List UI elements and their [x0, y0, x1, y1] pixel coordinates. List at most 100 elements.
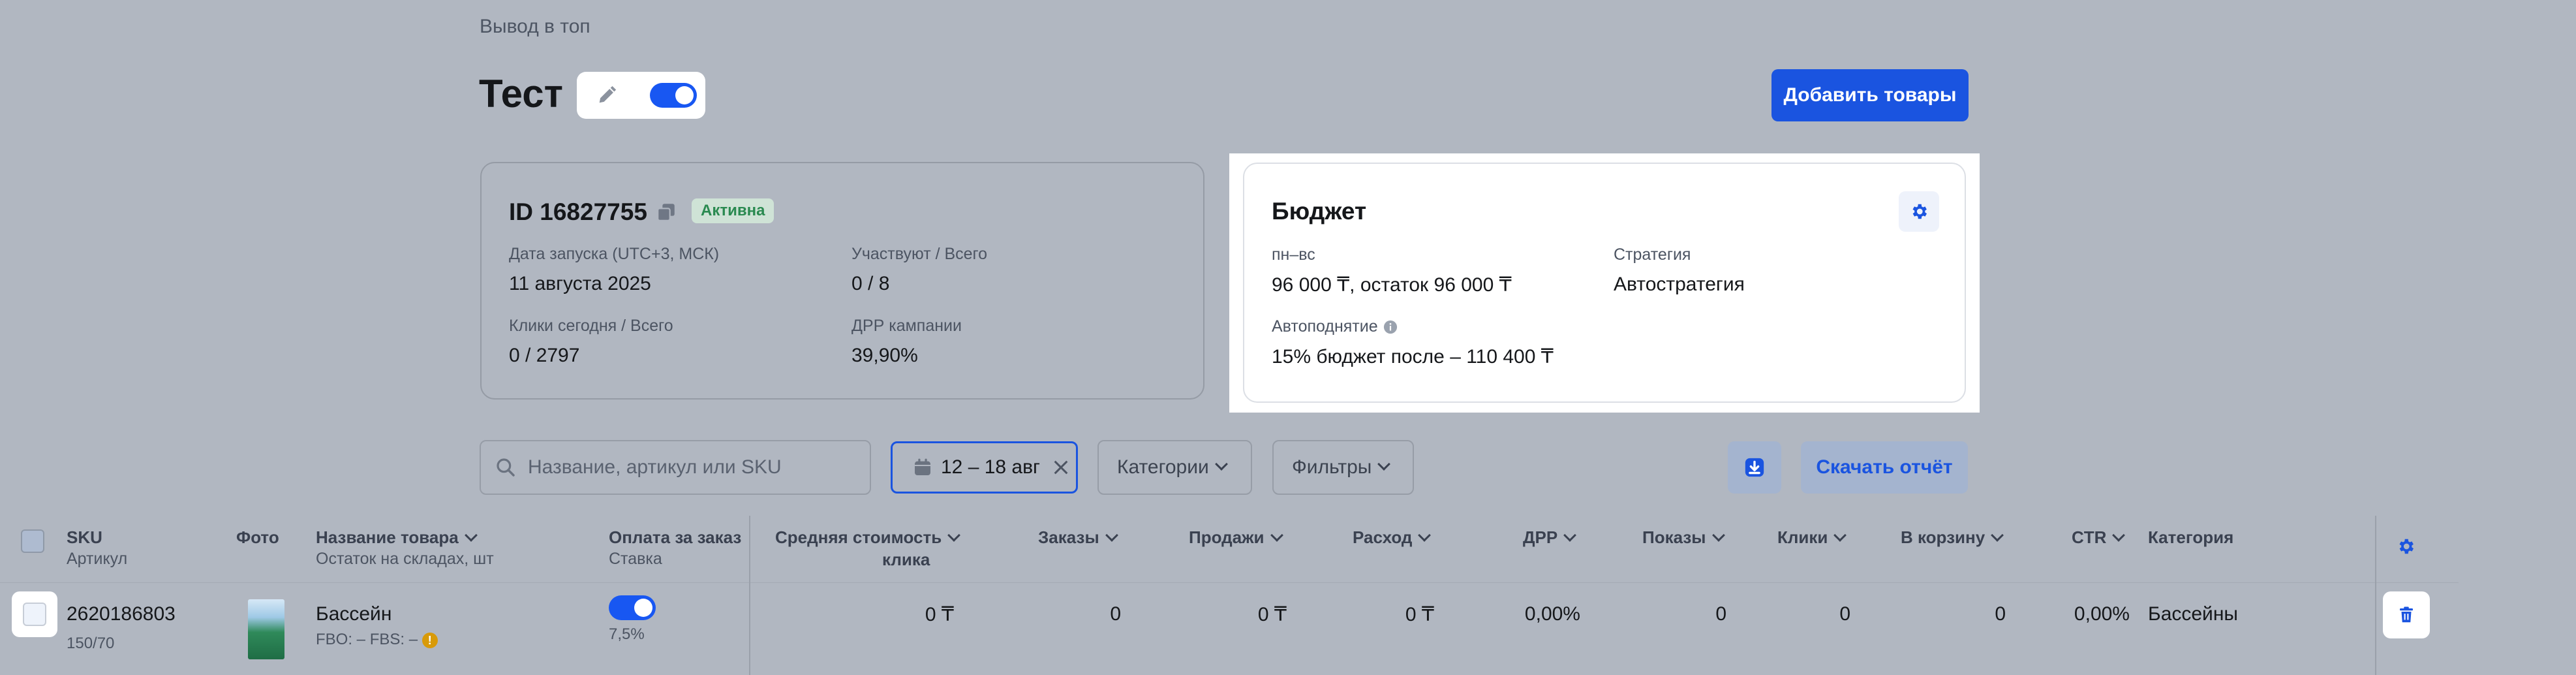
status-badge: Активна: [692, 198, 774, 223]
row-category: Бассейны: [2148, 603, 2238, 625]
row-checkbox[interactable]: [23, 603, 46, 626]
page-title: Тест: [479, 72, 563, 116]
participants-value: 0 / 8: [851, 273, 890, 294]
col-clicks-label: Клики: [1777, 527, 1828, 547]
search-field[interactable]: Название, артикул или SKU: [480, 440, 871, 495]
budget-card[interactable]: Бюджет пн–вс 96 000 ₸, остаток 96 000 ₸ …: [1243, 163, 1966, 403]
row-avg-cost: 0 ₸: [925, 604, 954, 625]
copy-icon[interactable]: [655, 201, 677, 223]
chevron-down-icon: [2112, 529, 2126, 542]
clicks-label: Клики сегодня / Всего: [509, 317, 673, 335]
product-photo[interactable]: [248, 599, 284, 659]
campaign-active-toggle[interactable]: [650, 83, 697, 108]
title-tools: [577, 72, 705, 119]
row-stock-text: FBO: – FBS: –: [316, 631, 418, 648]
table-header: SKU Артикул Фото Название товара Остаток…: [0, 516, 2459, 582]
col-to-cart[interactable]: В корзину: [1901, 527, 2004, 548]
col-sku-sub: Артикул: [67, 550, 128, 568]
search-input[interactable]: Название, артикул или SKU: [528, 456, 782, 479]
pencil-icon[interactable]: [594, 82, 620, 108]
chevron-down-icon: [1418, 529, 1432, 542]
download-report-button[interactable]: Скачать отчёт: [1801, 441, 1968, 494]
chevron-down-icon: [1105, 529, 1118, 542]
chevron-down-icon: [1563, 529, 1577, 542]
row-drr: 0,00%: [1524, 603, 1580, 625]
col-name[interactable]: Название товара: [316, 527, 478, 548]
strategy-value: Автостратегия: [1614, 274, 1745, 295]
row-impressions: 0: [1715, 603, 1726, 625]
campaign-id: ID 16827755: [509, 198, 647, 225]
participants-label: Участвуют / Всего: [851, 245, 988, 263]
row-sku: 2620186803: [67, 603, 176, 625]
col-category: Категория: [2148, 527, 2234, 547]
col-payment: Оплата за заказ: [609, 527, 742, 547]
col-sales-label: Продажи: [1189, 527, 1265, 547]
launch-date-value: 11 августа 2025: [509, 273, 651, 294]
autoraise-label: Автоподнятие: [1272, 317, 1378, 336]
row-to-cart: 0: [1995, 603, 2006, 625]
calendar-icon: [912, 457, 933, 478]
clicks-value: 0 / 2797: [509, 345, 580, 366]
categories-label: Категории: [1117, 456, 1209, 478]
col-drr-label: ДРР: [1523, 527, 1558, 547]
info-icon[interactable]: [1383, 320, 1398, 334]
col-impressions[interactable]: Показы: [1642, 527, 1725, 548]
col-to-cart-label: В корзину: [1901, 527, 1986, 547]
chevron-down-icon: [1711, 529, 1725, 542]
date-range-value: 12 – 18 авг: [941, 456, 1040, 478]
row-ctr: 0,00%: [2074, 603, 2130, 625]
col-ctr-label: CTR: [2072, 527, 2107, 547]
row-product-name[interactable]: Бассейн: [316, 603, 391, 625]
breadcrumb[interactable]: Вывод в топ: [480, 16, 590, 38]
col-payment-sub: Ставка: [609, 550, 662, 568]
col-drr[interactable]: ДРР: [1523, 527, 1577, 548]
filters-label: Фильтры: [1292, 456, 1372, 478]
row-checkbox-highlight: [12, 591, 57, 637]
filters-select[interactable]: Фильтры: [1272, 440, 1414, 495]
col-orders-label: Заказы: [1038, 527, 1099, 547]
add-products-button[interactable]: Добавить товары: [1771, 69, 1969, 121]
col-clicks[interactable]: Клики: [1777, 527, 1847, 548]
budget-period-label: пн–вс: [1272, 245, 1315, 264]
chevron-down-icon: [947, 529, 961, 542]
download-icon-button[interactable]: [1728, 441, 1781, 494]
budget-period-value: 96 000 ₸, остаток 96 000 ₸: [1272, 274, 1512, 296]
row-rate: 7,5%: [609, 625, 645, 643]
budget-title: Бюджет: [1272, 198, 1367, 225]
delete-row-button[interactable]: [2383, 591, 2430, 638]
column-divider: [749, 582, 750, 675]
col-sales[interactable]: Продажи: [1189, 527, 1283, 548]
strategy-label: Стратегия: [1614, 245, 1691, 264]
download-icon: [1743, 456, 1766, 479]
chevron-down-icon: [1270, 529, 1283, 542]
row-expense: 0 ₸: [1405, 604, 1434, 625]
col-avg-cost[interactable]: Средняя стоимость: [775, 527, 961, 548]
close-icon[interactable]: [1052, 458, 1070, 477]
col-sku[interactable]: SKU: [67, 527, 102, 548]
chevron-down-icon: [1377, 458, 1391, 471]
autoraise-label-row: Автоподнятие: [1272, 317, 1398, 336]
col-expense[interactable]: Расход: [1353, 527, 1432, 548]
budget-card-highlight: Бюджет пн–вс 96 000 ₸, остаток 96 000 ₸ …: [1229, 153, 1980, 413]
chevron-down-icon: [464, 529, 478, 542]
col-photo: Фото: [236, 527, 279, 547]
column-divider: [2375, 582, 2376, 675]
col-avg-cost-line2: клика: [882, 550, 930, 569]
col-orders[interactable]: Заказы: [1038, 527, 1118, 548]
select-all-checkbox[interactable]: [21, 529, 44, 553]
table-settings-icon[interactable]: [2396, 537, 2415, 556]
categories-select[interactable]: Категории: [1097, 440, 1252, 495]
drr-label: ДРР кампании: [851, 317, 962, 335]
column-divider: [2375, 516, 2376, 582]
chevron-down-icon: [1991, 529, 2004, 542]
date-range-picker[interactable]: 12 – 18 авг: [891, 441, 1078, 494]
trash-icon: [2397, 605, 2416, 625]
col-ctr[interactable]: CTR: [2072, 527, 2126, 548]
budget-settings-button[interactable]: [1899, 191, 1939, 232]
autoraise-value: 15% бюджет после – 110 400 ₸: [1272, 346, 1554, 368]
col-expense-label: Расход: [1353, 527, 1413, 547]
warning-icon[interactable]: !: [422, 632, 438, 648]
row-stock: FBO: – FBS: – !: [316, 631, 438, 649]
search-icon: [495, 457, 516, 478]
payment-toggle[interactable]: [609, 595, 656, 620]
